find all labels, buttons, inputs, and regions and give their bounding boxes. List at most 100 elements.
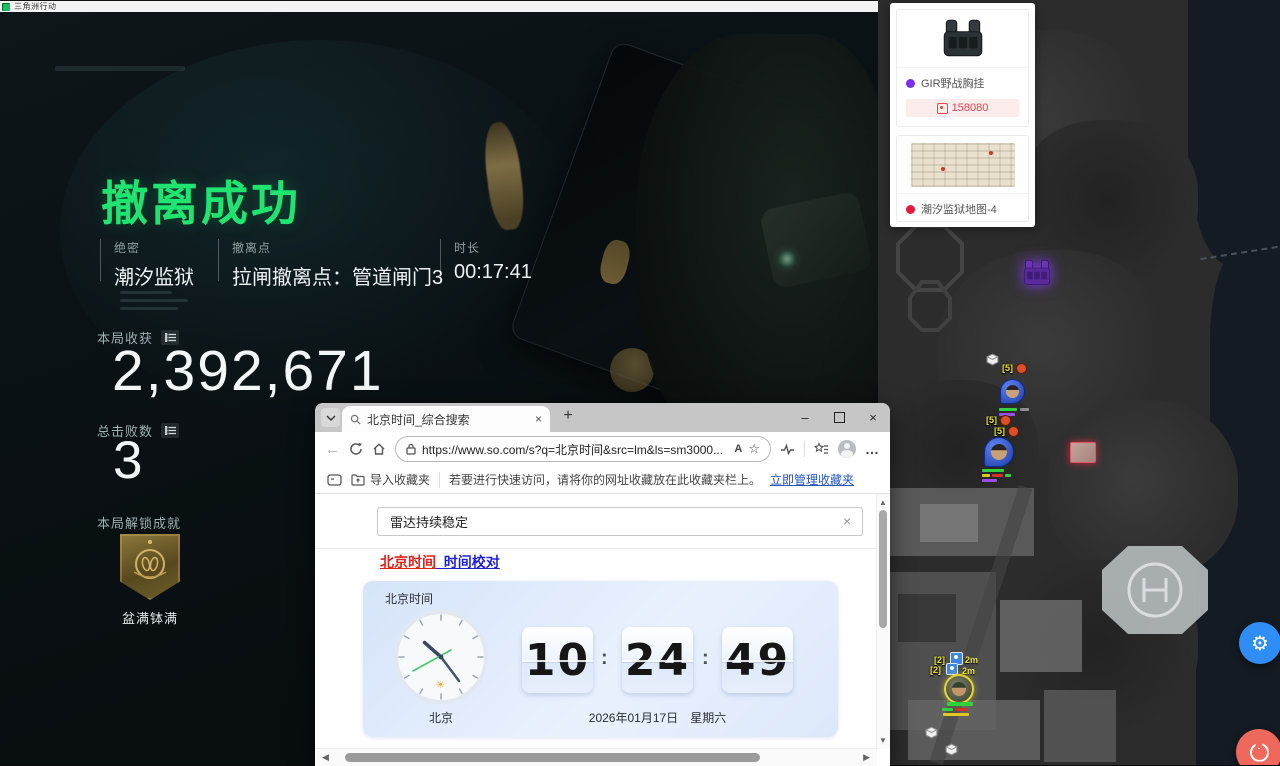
- new-tab-button[interactable]: +: [558, 407, 578, 425]
- power-icon: [1250, 743, 1269, 762]
- back-icon[interactable]: ←: [325, 441, 340, 458]
- stat-label: 绝密: [114, 239, 194, 256]
- horizontal-scrollbar[interactable]: ◀ ▶: [315, 748, 877, 766]
- toolbar-divider: [804, 441, 805, 457]
- url-field[interactable]: https://www.so.com/s?q=北京时间&src=lm&ls=sm…: [395, 436, 771, 462]
- map-item-vest-icon: [1020, 258, 1054, 288]
- loot-cube-icon: [986, 353, 999, 366]
- stat-label: 时长: [454, 239, 532, 256]
- manage-favorites-link[interactable]: 立即管理收藏夹: [770, 471, 854, 488]
- enemy-dot: [1008, 426, 1019, 437]
- web-page-content: × 北京时间_时间校对 北京时间 ☀: [315, 494, 890, 766]
- currency-icon: [937, 103, 948, 114]
- item-name: 潮汐监狱地图-4: [921, 201, 997, 217]
- stat-duration: 时长 00:17:41: [440, 239, 532, 281]
- sun-icon: ☀: [436, 680, 445, 691]
- stat-label: 撤离点: [232, 239, 443, 256]
- rarity-dot: [906, 205, 915, 214]
- scroll-down-icon[interactable]: ▼: [879, 736, 887, 745]
- item-name: GIR野战胸挂: [921, 75, 985, 91]
- teammate-distance: 2m: [965, 655, 978, 665]
- window-maximize-button[interactable]: [822, 403, 856, 432]
- kills-detail-list-icon[interactable]: [161, 423, 179, 438]
- favorites-hint-text: 若要进行快速访问，请将你的网址收藏放在此收藏夹栏上。: [449, 471, 761, 488]
- settings-button[interactable]: ⚙: [1239, 622, 1280, 664]
- profile-avatar[interactable]: [838, 440, 856, 458]
- browser-essentials-icon[interactable]: [780, 443, 795, 456]
- map-building: [1000, 600, 1082, 672]
- read-aloud-icon[interactable]: A: [734, 443, 742, 455]
- flip-minute: 24: [622, 627, 693, 693]
- enemy-avatar-pin: [984, 437, 1014, 467]
- scroll-right-icon[interactable]: ▶: [863, 752, 870, 763]
- refresh-icon[interactable]: [349, 442, 363, 456]
- clock-date: 2026年01月17日: [589, 711, 678, 725]
- team-count-label: [2]: [930, 665, 941, 675]
- url-text: https://www.so.com/s?q=北京时间&src=lm&ls=sm…: [422, 441, 728, 458]
- achievement-badge: [120, 534, 180, 600]
- loot-cube-icon: [925, 726, 938, 739]
- loot-cube-icon: [945, 743, 958, 756]
- map-building: [1044, 690, 1116, 762]
- extraction-result-title: 撤离成功: [101, 165, 301, 234]
- flip-colon: :: [601, 647, 608, 670]
- player-avatar-marker: [944, 674, 974, 704]
- clock-date-row: 2026年01月17日星期六: [522, 709, 793, 726]
- home-icon[interactable]: [372, 442, 386, 456]
- window-close-button[interactable]: ×: [856, 403, 890, 432]
- result-link-highlight[interactable]: 北京时间: [380, 554, 436, 570]
- loot-item-popup: GIR野战胸挂 158080 潮汐监狱地图-4: [890, 3, 1035, 227]
- squad-count-label: [5]: [1002, 363, 1013, 373]
- page-search-input[interactable]: [377, 507, 863, 536]
- horizontal-scroll-thumb[interactable]: [345, 753, 760, 762]
- map-octagon-structure: [892, 222, 968, 334]
- faint-hud-text: [120, 286, 190, 315]
- map-water: [1188, 0, 1280, 265]
- stat-extraction-point: 撤离点 拉闸撤离点：管道闸门3: [218, 239, 443, 281]
- lens-glow: [778, 250, 796, 268]
- analog-clock: ☀: [393, 609, 489, 705]
- map-helipad: [1094, 540, 1216, 640]
- kills-value: 3: [113, 430, 144, 491]
- favbar-divider: [439, 472, 440, 488]
- faint-hud-text: [55, 66, 185, 71]
- tab-favicon-search-icon: [350, 414, 361, 425]
- search-clear-icon[interactable]: ×: [843, 513, 851, 529]
- sidebar-icon[interactable]: [327, 474, 342, 486]
- favorites-hub-icon[interactable]: [814, 442, 829, 456]
- result-link-rest[interactable]: _时间校对: [436, 554, 500, 570]
- scroll-up-icon[interactable]: ▲: [879, 498, 887, 507]
- loot-item-card[interactable]: GIR野战胸挂 158080: [896, 9, 1029, 127]
- gear-icon: ⚙: [1251, 631, 1269, 656]
- window-titlebar: 三角洲行动: [0, 0, 878, 12]
- browser-tab[interactable]: 北京时间_综合搜索 ×: [342, 406, 550, 432]
- tab-bar: 北京时间_综合搜索 × + – ×: [315, 403, 890, 432]
- window-title: 三角洲行动: [14, 2, 57, 12]
- rarity-dot: [906, 79, 915, 88]
- search-result-link[interactable]: 北京时间_时间校对: [380, 552, 500, 572]
- favorites-bar: 导入收藏夹 若要进行快速访问，请将你的网址收藏放在此收藏夹栏上。 立即管理收藏夹: [315, 466, 890, 494]
- loot-item-card[interactable]: 潮汐监狱地图-4: [896, 135, 1029, 222]
- stat-classified: 绝密 潮汐监狱: [100, 239, 194, 281]
- loot-value: 2,392,671: [112, 338, 384, 404]
- enemy-dot: [1000, 415, 1011, 426]
- import-favorites-button[interactable]: 导入收藏夹: [351, 471, 430, 488]
- window-minimize-button[interactable]: –: [788, 403, 822, 432]
- power-button[interactable]: [1236, 729, 1280, 765]
- flip-hour: 10: [522, 627, 593, 693]
- vertical-scrollbar[interactable]: ▲ ▼: [876, 494, 890, 749]
- stat-value: 潮汐监狱: [114, 261, 194, 290]
- page-divider: [315, 548, 877, 549]
- vertical-scroll-thumb[interactable]: [879, 510, 887, 628]
- flip-colon: :: [702, 647, 709, 670]
- more-menu-icon[interactable]: …: [865, 441, 880, 457]
- flip-second: 49: [722, 627, 793, 693]
- favorite-star-icon[interactable]: ☆: [748, 441, 760, 457]
- browser-window: 北京时间_综合搜索 × + – × ← https://www.so.com/s…: [315, 403, 890, 765]
- item-image-vest: [897, 10, 1028, 68]
- stat-value: 拉闸撤离点：管道闸门3: [232, 261, 443, 290]
- team-count-label: [2]: [934, 655, 945, 665]
- tab-search-chevron-icon[interactable]: [321, 408, 340, 427]
- scroll-left-icon[interactable]: ◀: [322, 752, 329, 763]
- tab-close-icon[interactable]: ×: [535, 412, 542, 426]
